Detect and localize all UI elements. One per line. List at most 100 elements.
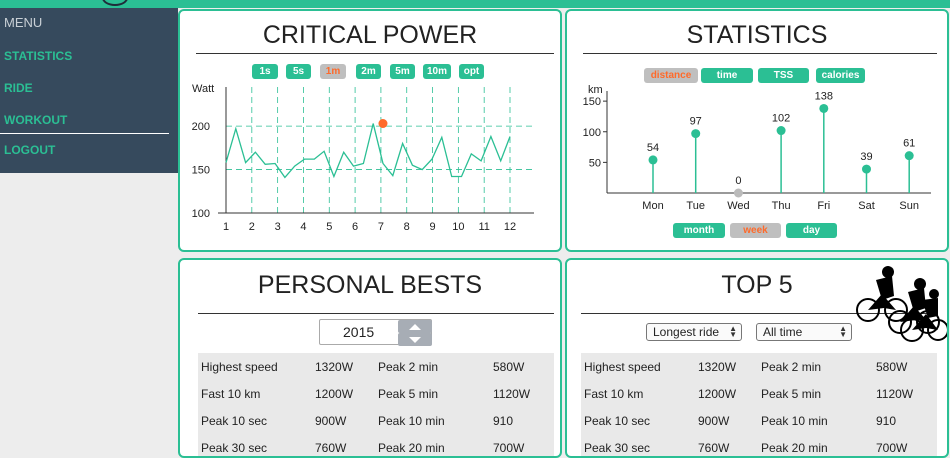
- title-rule: [198, 313, 554, 314]
- y-tick-label: 150: [192, 165, 210, 177]
- top5-table: Highest speed 1320W Peak 2 min 580W Fast 10 …: [581, 353, 937, 456]
- x-tick-label: Thu: [772, 200, 791, 212]
- table-cell: 760W: [698, 441, 730, 455]
- year-decrement-button[interactable]: [398, 333, 432, 346]
- statistics-chart: 50 100 150 54 Mon 97 Tue 0 Wed 102 Thu 138 Fri 39 Sat 6…: [583, 90, 931, 212]
- table-cell: Peak 10 min: [761, 414, 828, 428]
- table-cell: 1200W: [315, 387, 354, 401]
- table-cell: Fast 10 km: [584, 387, 644, 401]
- data-point: [904, 151, 914, 161]
- table-cell: Peak 30 sec: [201, 441, 268, 455]
- period-button-month[interactable]: month: [673, 223, 725, 238]
- table-cell: 900W: [698, 414, 730, 428]
- top5-panel: TOP 5 Longest ride ▲ ▼ All time ▲ ▼ Highes…: [565, 258, 949, 458]
- table-cell: 1120W: [493, 387, 531, 401]
- table-cell: Highest speed: [201, 360, 278, 374]
- x-tick-label: Mon: [642, 200, 663, 212]
- peak-marker: [378, 118, 388, 128]
- table-cell: 1320W: [698, 360, 737, 374]
- data-label: 39: [860, 151, 872, 163]
- y-tick-label: 100: [583, 127, 601, 139]
- table-cell: 910: [876, 414, 897, 428]
- x-tick-label: 7: [378, 221, 384, 233]
- x-tick-label: 12: [504, 221, 516, 233]
- table-cell: Peak 10 sec: [584, 414, 651, 428]
- table-cell: Peak 20 min: [378, 441, 445, 455]
- x-tick-label: 11: [478, 221, 489, 233]
- x-tick-label: Fri: [817, 200, 830, 212]
- data-label: 138: [815, 90, 833, 102]
- x-tick-label: Sat: [858, 200, 875, 212]
- top5-period-value: All time: [763, 325, 803, 339]
- x-tick-label: 3: [275, 221, 281, 233]
- table-cell: 900W: [315, 414, 347, 428]
- x-tick-label: 6: [352, 221, 358, 233]
- sidebar-divider: [0, 133, 169, 134]
- y-tick-label: 100: [192, 208, 210, 220]
- data-point: [648, 155, 658, 165]
- top5-period-select[interactable]: All time ▲ ▼: [756, 323, 852, 341]
- table-cell: 1200W: [698, 387, 737, 401]
- table-cell: 1320W: [315, 360, 354, 374]
- data-point: [691, 129, 701, 139]
- top-bar: [0, 0, 950, 8]
- data-label: 61: [903, 138, 915, 150]
- x-tick-label: 9: [429, 221, 435, 233]
- personal-bests-title: PERSONAL BESTS: [257, 271, 483, 299]
- table-cell: 580W: [876, 360, 908, 374]
- sidebar-item-logout[interactable]: LOGOUT: [4, 143, 55, 157]
- data-point: [776, 126, 786, 136]
- data-point: [819, 103, 829, 113]
- menu-label: MENU: [4, 15, 43, 30]
- top5-metric-value: Longest ride: [653, 325, 720, 339]
- select-arrows-icon: ▲ ▼: [729, 324, 737, 339]
- y-tick-label: 50: [589, 157, 601, 169]
- table-cell: Peak 5 min: [378, 387, 439, 401]
- table-cell: 700W: [493, 441, 525, 455]
- x-tick-label: 10: [452, 221, 464, 233]
- x-tick-label: Sun: [899, 200, 919, 212]
- data-point: [862, 164, 871, 174]
- sidebar-item-ride[interactable]: RIDE: [4, 81, 33, 95]
- table-cell: Peak 5 min: [761, 387, 822, 401]
- table-cell: 580W: [493, 360, 525, 374]
- year-increment-button[interactable]: [398, 320, 432, 333]
- data-point: [733, 188, 743, 198]
- data-label: 54: [647, 142, 659, 154]
- table-cell: Peak 2 min: [378, 360, 439, 374]
- cyclists-icon: [856, 266, 947, 342]
- x-tick-label: 4: [300, 221, 306, 233]
- data-label: 97: [690, 116, 702, 128]
- sidebar: MENU STATISTICS RIDE WORKOUT LOGOUT: [0, 8, 178, 173]
- table-cell: 1120W: [876, 387, 914, 401]
- table-cell: Peak 10 sec: [201, 414, 268, 428]
- personal-bests-table: Highest speed 1320W Peak 2 min 580W Fast 10 …: [198, 353, 554, 456]
- x-tick-label: 5: [326, 221, 332, 233]
- table-cell: Peak 30 sec: [584, 441, 651, 455]
- top5-metric-select[interactable]: Longest ride ▲ ▼: [646, 323, 742, 341]
- table-cell: 760W: [315, 441, 347, 455]
- x-tick-label: Wed: [727, 200, 749, 212]
- table-cell: Peak 20 min: [761, 441, 828, 455]
- x-tick-label: 1: [223, 221, 229, 233]
- x-tick-label: Tue: [686, 200, 705, 212]
- statistics-panel: STATISTICS distance time TSS calories km…: [565, 9, 949, 252]
- table-cell: Peak 2 min: [761, 360, 822, 374]
- table-cell: Fast 10 km: [201, 387, 261, 401]
- x-tick-label: 8: [404, 221, 410, 233]
- period-button-day[interactable]: day: [786, 223, 837, 238]
- personal-bests-panel: PERSONAL BESTS 2015 Highest speed 1320W Pe…: [178, 258, 562, 458]
- table-cell: Peak 10 min: [378, 414, 445, 428]
- table-cell: 910: [493, 414, 514, 428]
- select-arrows-icon: ▲ ▼: [839, 324, 847, 339]
- table-cell: 700W: [876, 441, 908, 455]
- x-tick-label: 2: [249, 221, 255, 233]
- y-tick-label: 200: [192, 121, 210, 133]
- sidebar-item-workout[interactable]: WORKOUT: [4, 113, 67, 127]
- sidebar-item-statistics[interactable]: STATISTICS: [4, 49, 72, 63]
- table-cell: Highest speed: [584, 360, 661, 374]
- year-value: 2015: [343, 324, 375, 340]
- data-label: 102: [772, 113, 790, 125]
- data-label: 0: [735, 175, 741, 187]
- period-button-week[interactable]: week: [730, 223, 781, 238]
